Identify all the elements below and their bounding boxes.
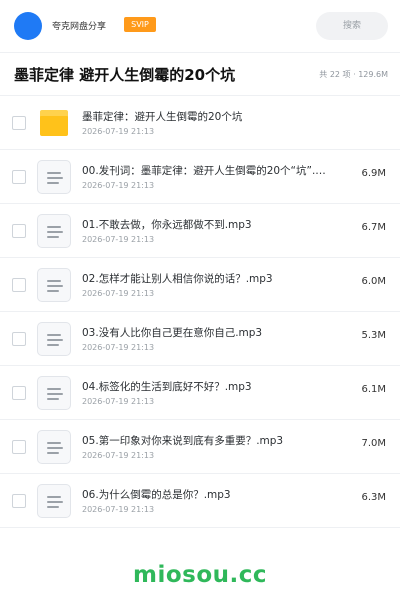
audio-file-icon [37, 430, 71, 464]
file-size: 6.3M [361, 492, 386, 503]
file-date: 2026-07-19 21:13 [82, 289, 155, 298]
file-list: 墨菲定律：避开人生倒霉的20个坑 2026-07-19 21:13 00.发刊词… [0, 96, 400, 528]
file-name: 02.怎样才能让别人相信你说的话？.mp3 [82, 273, 273, 285]
file-size: 6.7M [361, 222, 386, 233]
list-item-file[interactable]: 02.怎样才能让别人相信你说的话？.mp3 2026-07-19 21:13 6… [0, 258, 400, 312]
search-button[interactable]: 搜索 [316, 12, 388, 40]
file-date: 2026-07-19 21:13 [82, 127, 155, 136]
audio-file-icon [37, 484, 71, 518]
file-date: 2026-07-19 21:13 [82, 397, 155, 406]
svip-badge: SVIP [124, 17, 156, 32]
list-item-folder[interactable]: 墨菲定律：避开人生倒霉的20个坑 2026-07-19 21:13 [0, 96, 400, 150]
select-checkbox[interactable] [12, 332, 26, 346]
audio-file-icon [37, 160, 71, 194]
avatar[interactable] [14, 12, 42, 40]
list-item-file[interactable]: 00.发刊词：墨菲定律：避开人生倒霉的20个“坑”.mp3 2026-07-19… [0, 150, 400, 204]
audio-file-icon [37, 376, 71, 410]
select-checkbox[interactable] [12, 278, 26, 292]
file-name: 06.为什么倒霉的总是你？.mp3 [82, 489, 231, 501]
file-size: 6.1M [361, 384, 386, 395]
file-name: 03.没有人比你自己更在意你自己.mp3 [82, 327, 263, 339]
watermark-text: miosou.cc [132, 562, 268, 588]
file-name: 00.发刊词：墨菲定律：避开人生倒霉的20个“坑”.mp3 [82, 165, 332, 177]
select-checkbox[interactable] [12, 386, 26, 400]
file-date: 2026-07-19 21:13 [82, 505, 155, 514]
folder-icon [37, 106, 71, 140]
file-name: 01.不敢去做，你永远都做不到.mp3 [82, 219, 252, 231]
list-item-file[interactable]: 01.不敢去做，你永远都做不到.mp3 2026-07-19 21:13 6.7… [0, 204, 400, 258]
top-header: 夸克网盘分享 SVIP 搜索 [0, 0, 400, 52]
file-date: 2026-07-19 21:13 [82, 181, 155, 190]
select-checkbox[interactable] [12, 224, 26, 238]
audio-file-icon [37, 322, 71, 356]
file-size: 6.0M [361, 276, 386, 287]
file-date: 2026-07-19 21:13 [82, 451, 155, 460]
list-item-file[interactable]: 03.没有人比你自己更在意你自己.mp3 2026-07-19 21:13 5.… [0, 312, 400, 366]
file-size: 7.0M [361, 438, 386, 449]
list-item-file[interactable]: 06.为什么倒霉的总是你？.mp3 2026-07-19 21:13 6.3M [0, 474, 400, 528]
audio-file-icon [37, 268, 71, 302]
file-name: 04.标签化的生活到底好不好？.mp3 [82, 381, 252, 393]
select-checkbox[interactable] [12, 440, 26, 454]
list-item-file[interactable]: 05.第一印象对你来说到底有多重要？.mp3 2026-07-19 21:13 … [0, 420, 400, 474]
select-checkbox[interactable] [12, 494, 26, 508]
file-size: 6.9M [361, 168, 386, 179]
file-date: 2026-07-19 21:13 [82, 343, 155, 352]
file-date: 2026-07-19 21:13 [82, 235, 155, 244]
folder-title-bar: 墨菲定律 避开人生倒霉的20个坑 共 22 项 · 129.6M [0, 52, 400, 96]
list-item-file[interactable]: 04.标签化的生活到底好不好？.mp3 2026-07-19 21:13 6.1… [0, 366, 400, 420]
file-size: 5.3M [361, 330, 386, 341]
folder-item-count: 共 22 项 · 129.6M [319, 70, 388, 79]
share-user-name: 夸克网盘分享 [52, 22, 107, 32]
select-checkbox[interactable] [12, 116, 26, 130]
select-checkbox[interactable] [12, 170, 26, 184]
audio-file-icon [37, 214, 71, 248]
page-title: 墨菲定律 避开人生倒霉的20个坑 [14, 66, 236, 84]
file-name: 墨菲定律：避开人生倒霉的20个坑 [82, 111, 243, 123]
file-name: 05.第一印象对你来说到底有多重要？.mp3 [82, 435, 284, 447]
